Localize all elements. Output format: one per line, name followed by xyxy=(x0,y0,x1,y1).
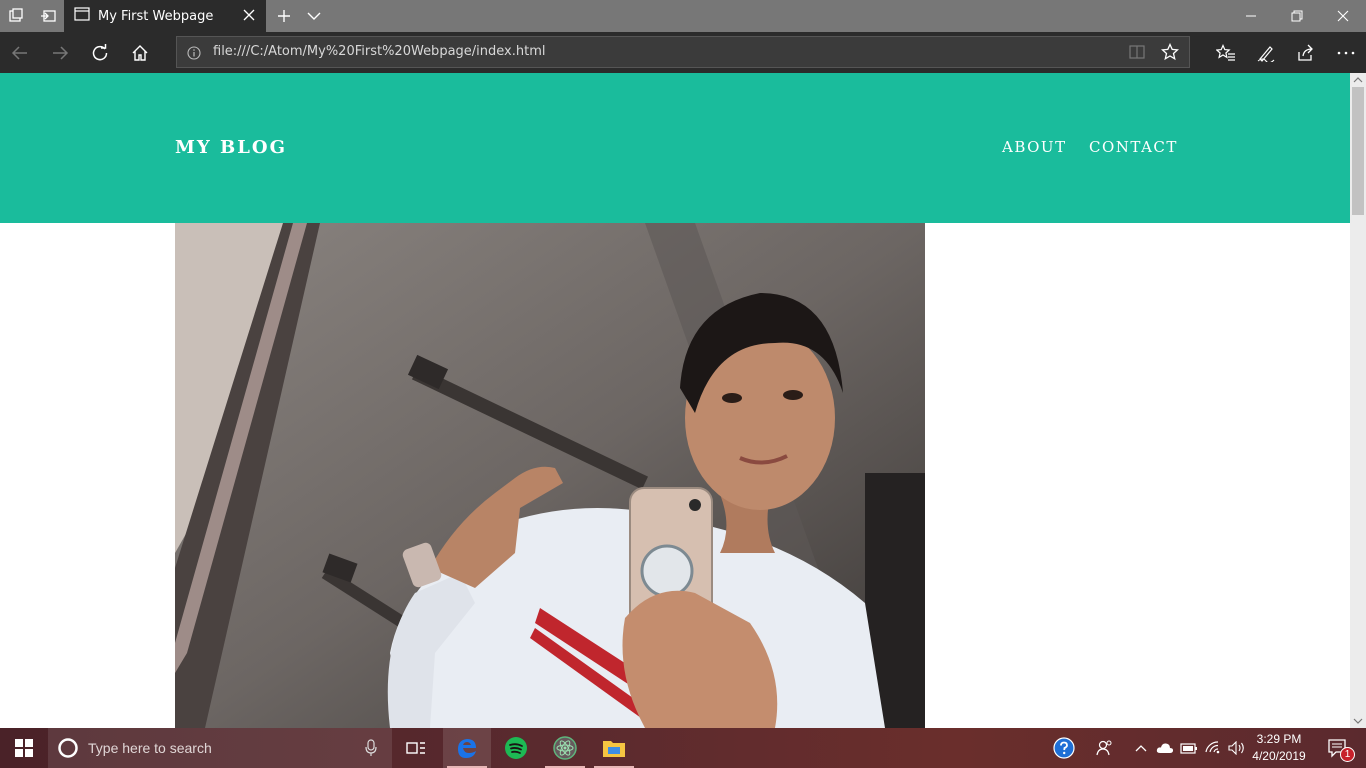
back-arrow-icon[interactable] xyxy=(0,32,40,73)
search-placeholder: Type here to search xyxy=(88,740,212,756)
favorites-hub-icon[interactable] xyxy=(1206,32,1246,73)
home-icon[interactable] xyxy=(120,32,160,73)
battery-icon[interactable] xyxy=(1178,728,1200,768)
site-header: MY BLOG ABOUT CONTACT xyxy=(0,73,1350,223)
close-tab-icon[interactable] xyxy=(242,8,256,26)
onedrive-cloud-icon[interactable] xyxy=(1154,728,1176,768)
clock-time: 3:29 PM xyxy=(1256,732,1302,746)
show-hidden-icons-chevron-up-icon[interactable] xyxy=(1132,728,1150,768)
web-note-pen-icon[interactable] xyxy=(1246,32,1286,73)
tab-title: My First Webpage xyxy=(98,8,214,24)
new-tab-icon[interactable] xyxy=(272,0,296,32)
windows-start-icon[interactable] xyxy=(0,728,48,768)
atom-editor-icon[interactable] xyxy=(541,728,589,768)
windows-taskbar: Type here to search 3:29 PM 4/20/2019 1 xyxy=(0,728,1366,768)
selfie-photo xyxy=(175,223,925,728)
file-explorer-icon[interactable] xyxy=(590,728,638,768)
page-icon xyxy=(74,7,90,25)
page-viewport: MY BLOG ABOUT CONTACT xyxy=(0,73,1350,728)
tab-actions-icon[interactable] xyxy=(0,0,32,32)
site-title[interactable]: MY BLOG xyxy=(175,137,287,158)
task-view-icon[interactable] xyxy=(392,728,440,768)
chevron-down-icon[interactable] xyxy=(302,0,326,32)
nav-link-about[interactable]: ABOUT xyxy=(1002,138,1067,156)
close-window-icon[interactable] xyxy=(1320,0,1366,32)
clock-date: 4/20/2019 xyxy=(1252,749,1306,763)
share-icon[interactable] xyxy=(1286,32,1326,73)
microphone-icon[interactable] xyxy=(365,739,377,757)
scrollbar-thumb[interactable] xyxy=(1352,87,1364,215)
wifi-icon[interactable] xyxy=(1202,728,1224,768)
active-tab[interactable]: My First Webpage xyxy=(64,0,266,32)
address-bar[interactable]: file:///C:/Atom/My%20First%20Webpage/ind… xyxy=(176,36,1190,68)
refresh-icon[interactable] xyxy=(80,32,120,73)
favorite-star-icon[interactable] xyxy=(1160,42,1180,65)
set-tabs-aside-icon[interactable] xyxy=(32,0,64,32)
scroll-up-arrow-icon[interactable] xyxy=(1353,76,1363,84)
reading-view-icon[interactable] xyxy=(1129,44,1145,64)
notification-badge: 1 xyxy=(1340,747,1355,762)
edge-browser-icon[interactable] xyxy=(443,728,491,768)
info-icon[interactable] xyxy=(187,45,201,64)
spotify-icon[interactable] xyxy=(492,728,540,768)
nav-link-contact[interactable]: CONTACT xyxy=(1089,138,1178,156)
forward-arrow-icon[interactable] xyxy=(40,32,80,73)
restore-icon[interactable] xyxy=(1274,0,1320,32)
minimize-icon[interactable] xyxy=(1228,0,1274,32)
more-options-icon[interactable] xyxy=(1326,32,1366,73)
people-icon[interactable] xyxy=(1092,728,1118,768)
vertical-scrollbar[interactable] xyxy=(1350,73,1366,728)
cortana-icon xyxy=(58,738,78,758)
taskbar-search-box[interactable]: Type here to search xyxy=(48,728,392,768)
navigation-bar: file:///C:/Atom/My%20First%20Webpage/ind… xyxy=(0,32,1366,73)
tab-bar: My First Webpage xyxy=(0,0,1366,32)
scroll-down-arrow-icon[interactable] xyxy=(1353,717,1363,725)
system-clock[interactable]: 3:29 PM 4/20/2019 xyxy=(1250,731,1308,765)
volume-icon[interactable] xyxy=(1226,728,1248,768)
action-center-icon[interactable]: 1 xyxy=(1318,728,1358,768)
url-text: file:///C:/Atom/My%20First%20Webpage/ind… xyxy=(213,44,546,59)
help-icon[interactable] xyxy=(1050,728,1078,768)
